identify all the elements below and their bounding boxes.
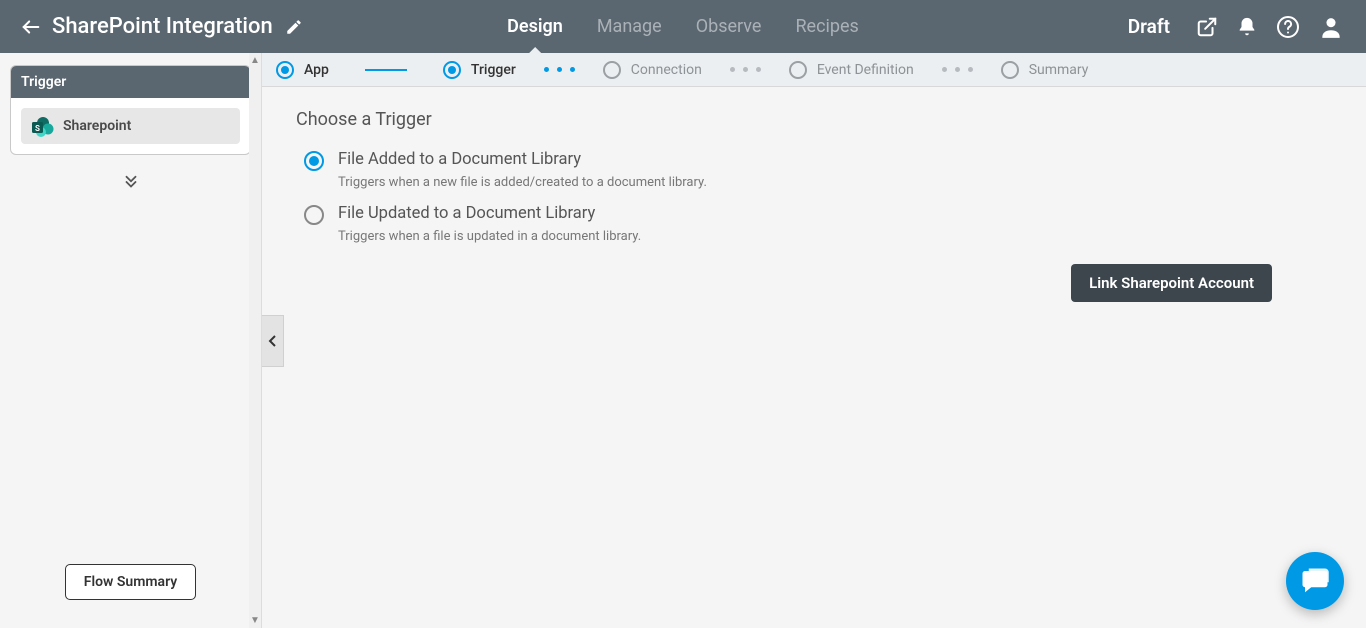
dot-icon xyxy=(756,67,761,72)
step-event-definition[interactable]: Event Definition xyxy=(789,61,914,79)
trigger-card: Trigger S Sharepoint xyxy=(10,65,251,155)
option-desc: Triggers when a new file is added/create… xyxy=(338,175,707,190)
dot-icon xyxy=(730,67,735,72)
step-summary[interactable]: Summary xyxy=(1001,61,1089,79)
app-item-label: Sharepoint xyxy=(63,118,131,134)
sharepoint-app-item[interactable]: S Sharepoint xyxy=(21,108,240,144)
sidebar-inner: Trigger S Sharepoint xyxy=(0,53,261,628)
option-texts: File Updated to a Document Library Trigg… xyxy=(338,204,641,258)
top-bar: SharePoint Integration Design Manage Obs… xyxy=(0,0,1366,53)
chat-icon xyxy=(1300,566,1330,596)
dot-icon xyxy=(968,67,973,72)
dot-icon xyxy=(942,67,947,72)
flow-summary-button[interactable]: Flow Summary xyxy=(65,564,196,600)
stepper-connector xyxy=(730,67,761,72)
tab-recipes[interactable]: Recipes xyxy=(795,0,858,53)
step-indicator-icon xyxy=(443,61,461,79)
title-group: SharePoint Integration xyxy=(0,14,400,39)
option-title: File Added to a Document Library xyxy=(338,150,707,169)
option-desc: Triggers when a file is updated in a doc… xyxy=(338,229,641,244)
step-indicator-icon xyxy=(1001,61,1019,79)
step-label: Event Definition xyxy=(817,62,914,78)
dot-icon xyxy=(557,67,562,72)
status-badge: Draft xyxy=(1128,15,1170,38)
link-button-wrap: Link Sharepoint Account xyxy=(296,264,1332,302)
stepper-connector xyxy=(544,67,575,72)
sharepoint-logo-icon: S xyxy=(31,116,53,136)
tab-label: Observe xyxy=(696,16,762,37)
open-external-icon[interactable] xyxy=(1196,16,1218,38)
trigger-card-title: Trigger xyxy=(11,66,250,98)
step-indicator-icon xyxy=(276,61,294,79)
content: Choose a Trigger File Added to a Documen… xyxy=(262,87,1366,324)
bell-icon[interactable] xyxy=(1236,16,1258,38)
trigger-card-body: S Sharepoint xyxy=(11,98,250,154)
user-icon[interactable] xyxy=(1318,14,1344,40)
step-label: Connection xyxy=(631,62,702,78)
section-title: Choose a Trigger xyxy=(296,109,1332,130)
page-title: SharePoint Integration xyxy=(52,14,273,39)
sidebar-collapse-handle[interactable] xyxy=(262,315,284,367)
tab-design[interactable]: Design xyxy=(507,0,563,53)
step-connection[interactable]: Connection xyxy=(603,61,702,79)
back-arrow-icon[interactable] xyxy=(20,16,42,38)
main-area: App Trigger Connection xyxy=(262,53,1366,628)
step-label: App xyxy=(304,62,329,78)
step-trigger[interactable]: Trigger xyxy=(443,61,516,79)
help-icon[interactable] xyxy=(1276,15,1300,39)
dot-icon xyxy=(955,67,960,72)
chat-fab[interactable] xyxy=(1286,552,1344,610)
option-title: File Updated to a Document Library xyxy=(338,204,641,223)
dot-icon xyxy=(544,67,549,72)
top-right-actions: Draft xyxy=(1128,14,1366,40)
edit-icon[interactable] xyxy=(285,18,303,36)
step-indicator-icon xyxy=(603,61,621,79)
option-texts: File Added to a Document Library Trigger… xyxy=(338,150,707,204)
step-app[interactable]: App xyxy=(276,61,329,79)
body-wrap: Trigger S Sharepoint xyxy=(0,53,1366,628)
tab-observe[interactable]: Observe xyxy=(696,0,762,53)
tab-label: Design xyxy=(507,16,563,37)
scroll-down-icon[interactable]: ▼ xyxy=(250,613,260,628)
stepper-connector xyxy=(942,67,973,72)
dot-icon xyxy=(570,67,575,72)
step-label: Trigger xyxy=(471,62,516,78)
radio-icon xyxy=(304,205,324,225)
step-label: Summary xyxy=(1029,62,1089,78)
tab-manage[interactable]: Manage xyxy=(597,0,662,53)
dot-icon xyxy=(743,67,748,72)
scroll-up-icon[interactable]: ▲ xyxy=(250,53,260,68)
step-indicator-icon xyxy=(789,61,807,79)
sidebar-scrollbar[interactable]: ▲ ▼ xyxy=(249,53,261,628)
expand-down-icon[interactable] xyxy=(10,173,251,195)
svg-text:S: S xyxy=(35,124,40,133)
sidebar: Trigger S Sharepoint xyxy=(0,53,262,628)
flow-summary-wrap: Flow Summary xyxy=(10,564,251,616)
trigger-option-file-updated[interactable]: File Updated to a Document Library Trigg… xyxy=(296,204,1332,258)
tab-label: Manage xyxy=(597,16,662,37)
stepper: App Trigger Connection xyxy=(262,53,1366,87)
top-tabs: Design Manage Observe Recipes xyxy=(507,0,859,53)
tab-label: Recipes xyxy=(795,16,858,37)
radio-icon xyxy=(304,151,324,171)
stepper-connector xyxy=(365,69,407,71)
link-sharepoint-button[interactable]: Link Sharepoint Account xyxy=(1071,264,1272,302)
trigger-option-file-added[interactable]: File Added to a Document Library Trigger… xyxy=(296,150,1332,204)
